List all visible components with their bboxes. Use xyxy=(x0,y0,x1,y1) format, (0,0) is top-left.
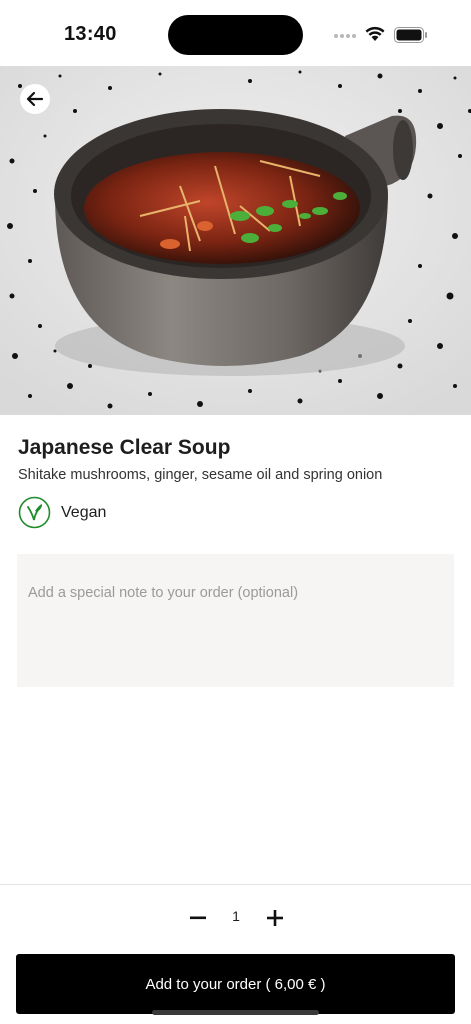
dish-description: Shitake mushrooms, ginger, sesame oil an… xyxy=(18,467,383,483)
add-to-order-button[interactable]: Add to your order ( 6,00 € ) xyxy=(16,954,455,1014)
special-note-field[interactable] xyxy=(17,554,454,687)
diet-label: Vegan xyxy=(61,503,107,521)
wifi-icon xyxy=(365,26,385,41)
add-to-order-label: Add to your order ( 6,00 € ) xyxy=(145,975,326,993)
dish-photo xyxy=(0,66,471,415)
battery-icon xyxy=(394,27,427,43)
dish-title: Japanese Clear Soup xyxy=(18,436,231,459)
status-time: 13:40 xyxy=(64,23,117,45)
back-button[interactable] xyxy=(20,84,50,114)
diet-tag: Vegan xyxy=(18,496,106,529)
dynamic-island xyxy=(168,15,303,55)
home-indicator xyxy=(152,1010,319,1015)
signal-icon xyxy=(334,34,356,38)
status-bar: 13:40 xyxy=(0,0,471,66)
vegan-leaf-icon xyxy=(18,496,51,529)
arrow-left-icon xyxy=(26,91,44,107)
footer-divider xyxy=(0,884,471,885)
quantity-value: 1 xyxy=(232,908,240,924)
minus-icon xyxy=(190,916,206,920)
increase-quantity-button[interactable] xyxy=(263,904,287,932)
plus-icon xyxy=(267,910,283,926)
decrease-quantity-button[interactable] xyxy=(186,904,210,932)
quantity-stepper: 1 xyxy=(0,900,471,936)
